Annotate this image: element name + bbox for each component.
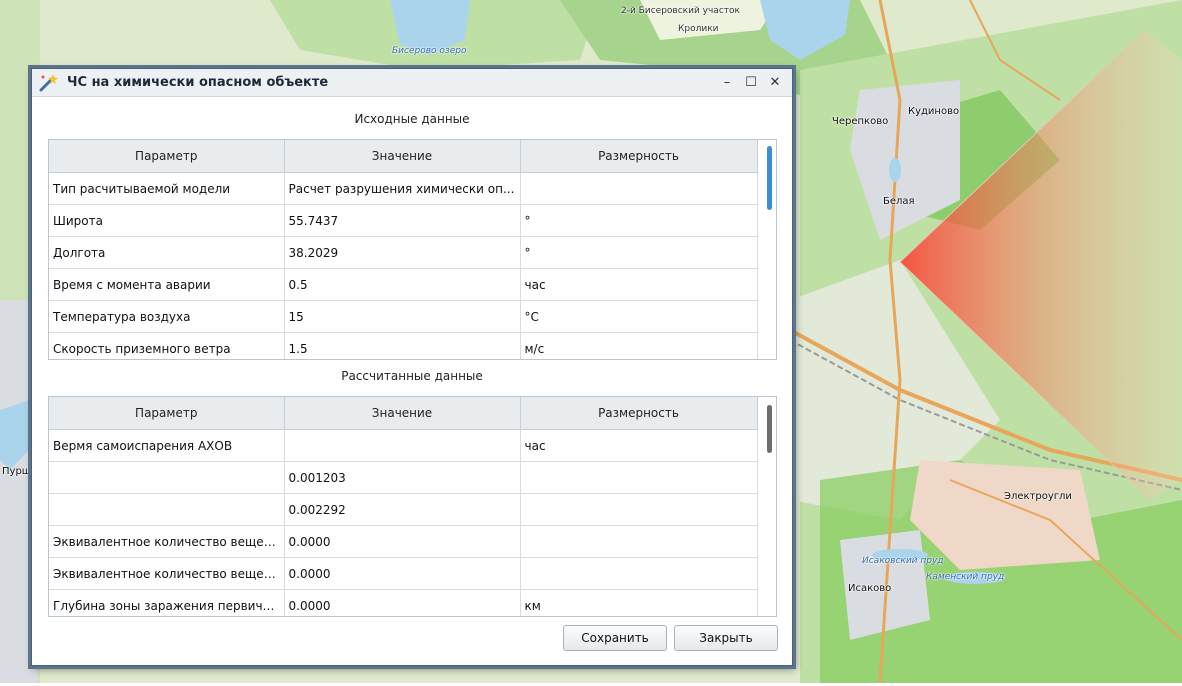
app-wand-icon — [37, 73, 59, 93]
cell-unit: ° — [520, 204, 758, 237]
input-table-scrollbar[interactable] — [767, 146, 772, 210]
maximize-button[interactable]: ☐ — [740, 73, 762, 91]
table-row[interactable]: Глубина зоны заражения первичн... 0.0000… — [49, 589, 758, 616]
table-row[interactable]: Эквивалентное количество вещес... 0.0000 — [49, 525, 758, 558]
cell-unit: км — [520, 589, 758, 616]
cell-unit: °C — [520, 300, 758, 333]
map-label-isakovsky-pond: Исаковский пруд — [862, 556, 944, 566]
close-button[interactable]: Закрыть — [674, 625, 778, 651]
save-button[interactable]: Сохранить — [563, 625, 667, 651]
cell-unit — [520, 525, 758, 558]
cell-unit — [520, 557, 758, 590]
cell-value[interactable]: 0.5 — [284, 268, 521, 301]
input-data-table[interactable]: Параметр Значение Размерность Тип расчит… — [48, 139, 777, 360]
column-header-parameter[interactable]: Параметр — [49, 140, 285, 173]
cell-parameter — [49, 461, 285, 494]
cell-parameter: Эквивалентное количество вещес... — [49, 557, 285, 590]
cell-parameter: Глубина зоны заражения первичн... — [49, 589, 285, 616]
cell-parameter: Широта — [49, 204, 285, 237]
table-row[interactable]: 0.001203 — [49, 461, 758, 494]
cell-parameter: Скорость приземного ветра — [49, 332, 285, 359]
chemical-emergency-dialog: ЧС на химически опасном объекте – ☐ ✕ Ис… — [31, 68, 793, 666]
cell-parameter: Время с момента аварии — [49, 268, 285, 301]
cell-value: 0.0000 — [284, 557, 521, 590]
table-row[interactable]: Вермя самоиспарения АХОВ час — [49, 429, 758, 462]
result-table-scrollbar[interactable] — [767, 405, 772, 453]
cell-unit — [520, 493, 758, 526]
map-label-elektrougli: Электроугли — [1004, 491, 1072, 502]
cell-parameter: Тип расчитываемой модели — [49, 172, 285, 205]
map-label-biserovo-area: 2-й Бисеровский участок — [621, 6, 740, 16]
table-row[interactable]: Скорость приземного ветра 1.5 м/с — [49, 332, 758, 359]
map-label-kroliki: Кролики — [678, 24, 719, 34]
table-row[interactable]: Широта 55.7437 ° — [49, 204, 758, 237]
table-row[interactable]: Тип расчитываемой модели Расчет разрушен… — [49, 172, 758, 205]
cell-value[interactable]: 55.7437 — [284, 204, 521, 237]
cell-unit: час — [520, 429, 758, 462]
cell-unit — [520, 461, 758, 494]
cell-value: 0.0000 — [284, 589, 521, 616]
cell-value: 0.002292 — [284, 493, 521, 526]
cell-parameter: Температура воздуха — [49, 300, 285, 333]
table-row[interactable]: Долгота 38.2029 ° — [49, 236, 758, 269]
column-header-value[interactable]: Значение — [284, 140, 521, 173]
table-row[interactable]: Время с момента аварии 0.5 час — [49, 268, 758, 301]
dialog-titlebar[interactable]: ЧС на химически опасном объекте – ☐ ✕ — [32, 69, 792, 97]
minimize-button[interactable]: – — [716, 73, 738, 91]
map-label-isakovo: Исаково — [848, 583, 892, 594]
cell-value: 0.0000 — [284, 525, 521, 558]
cell-parameter: Долгота — [49, 236, 285, 269]
map-label-kudinovo: Кудиново — [908, 106, 960, 117]
cell-value[interactable]: 1.5 — [284, 332, 521, 359]
column-header-parameter[interactable]: Параметр — [49, 397, 285, 430]
result-section-title: Рассчитанные данные — [341, 369, 483, 383]
cell-value[interactable]: 15 — [284, 300, 521, 333]
cell-unit — [520, 172, 758, 205]
table-row[interactable]: 0.002292 — [49, 493, 758, 526]
table-row[interactable]: Температура воздуха 15 °C — [49, 300, 758, 333]
map-label-belaya: Белая — [883, 196, 915, 207]
cell-unit: час — [520, 268, 758, 301]
cell-parameter: Эквивалентное количество вещес... — [49, 525, 285, 558]
map-label-kamensky-pond: Каменский пруд — [926, 572, 1005, 582]
cell-unit: м/с — [520, 332, 758, 359]
input-section-title: Исходные данные — [354, 112, 470, 126]
column-header-value[interactable]: Значение — [284, 397, 521, 430]
table-row[interactable]: Эквивалентное количество вещес... 0.0000 — [49, 557, 758, 590]
column-header-unit[interactable]: Размерность — [520, 397, 758, 430]
cell-parameter — [49, 493, 285, 526]
dialog-title: ЧС на химически опасном объекте — [67, 75, 329, 90]
cell-value[interactable]: 38.2029 — [284, 236, 521, 269]
column-header-unit[interactable]: Размерность — [520, 140, 758, 173]
result-data-table[interactable]: Параметр Значение Размерность Вермя само… — [48, 396, 777, 617]
cell-unit: ° — [520, 236, 758, 269]
cell-value: 0.001203 — [284, 461, 521, 494]
cell-value[interactable]: Расчет разрушения химически оп... — [284, 172, 521, 205]
close-window-button[interactable]: ✕ — [764, 73, 786, 91]
map-label-cherepkovo: Черепково — [832, 116, 889, 127]
cell-parameter: Вермя самоиспарения АХОВ — [49, 429, 285, 462]
cell-value — [284, 429, 521, 462]
map-label-biserovo-lake: Бисерово озеро — [392, 46, 467, 56]
